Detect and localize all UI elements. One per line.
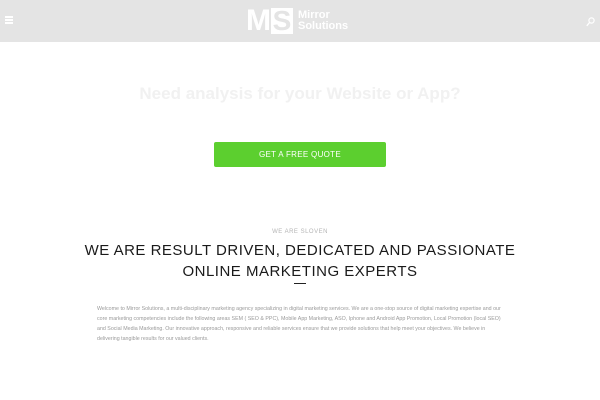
logo-letter-s: S: [272, 5, 292, 36]
heading-divider: [294, 283, 306, 284]
hamburger-icon[interactable]: [5, 16, 13, 24]
section-eyebrow: WE ARE SLOVEN: [272, 229, 328, 235]
logo-letter-m: M: [246, 4, 271, 37]
hero-heading: Need analysis for your Website or App?: [139, 84, 461, 103]
section-heading-line-1: WE ARE RESULT DRIVEN, DEDICATED AND PASS…: [84, 242, 516, 259]
site-logo[interactable]: M S Mirror Solutions: [246, 4, 348, 37]
section-heading-line-2: ONLINE MARKETING EXPERTS: [182, 263, 418, 280]
search-icon[interactable]: [586, 14, 595, 27]
logo-line-2: Solutions: [298, 20, 349, 32]
hamburger-bar: [5, 19, 13, 21]
logo-mark: M S: [246, 4, 294, 37]
hamburger-bar: [5, 22, 13, 24]
hamburger-bar: [5, 16, 13, 18]
site-header: M S Mirror Solutions: [0, 0, 600, 42]
intro-paragraph: Welcome to Mirror Solutions, a multi-dis…: [97, 306, 501, 342]
section-heading: WE ARE RESULT DRIVEN, DEDICATED AND PASS…: [0, 240, 600, 282]
get-free-quote-button[interactable]: GET A FREE QUOTE: [214, 142, 386, 167]
logo-wordmark: Mirror Solutions: [298, 10, 348, 32]
